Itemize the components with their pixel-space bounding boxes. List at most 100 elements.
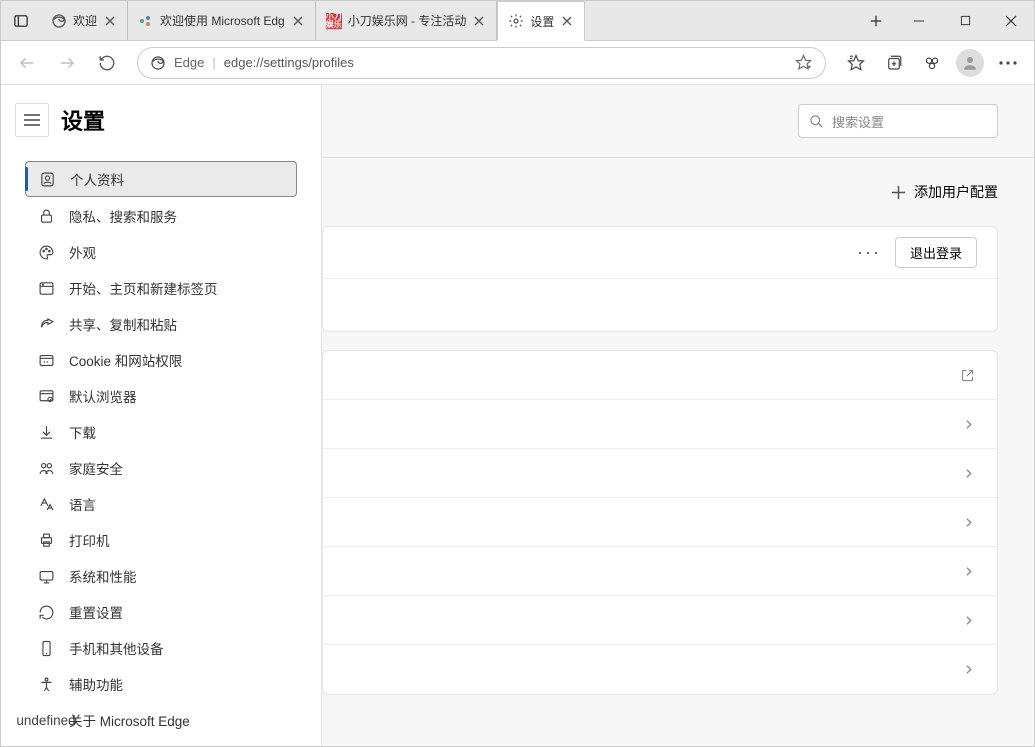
tab-strip: 欢迎 欢迎使用 Microsoft Edg 小刀娱乐 小刀娱乐网 - 专注活动 … xyxy=(41,1,856,40)
nav-item-label: 打印机 xyxy=(69,530,110,550)
settings-sidebar: 设置 个人资料 隐私、搜索和服务 外观 开始、主页和新建标签页 共享、复制和粘贴… xyxy=(1,85,321,746)
plus-icon xyxy=(869,14,883,28)
external-link-icon xyxy=(960,368,975,383)
tab-label: 设置 xyxy=(530,13,554,30)
favorite-button[interactable] xyxy=(793,54,813,71)
profile-details-list xyxy=(322,350,998,695)
nav-item-reset[interactable]: 重置设置 xyxy=(25,595,297,629)
tab-0[interactable]: 欢迎 xyxy=(41,1,128,40)
nav-item-label: 隐私、搜索和服务 xyxy=(69,206,177,226)
content-area: 设置 个人资料 隐私、搜索和服务 外观 开始、主页和新建标签页 共享、复制和粘贴… xyxy=(1,85,1034,746)
tab-close-button[interactable] xyxy=(291,14,305,28)
settings-title: 设置 xyxy=(61,104,105,136)
nav-item-download[interactable]: 下载 xyxy=(25,415,297,449)
nav-item-window[interactable]: 开始、主页和新建标签页 xyxy=(25,271,297,305)
maximize-button[interactable] xyxy=(942,1,988,40)
nav-item-label: 辅助功能 xyxy=(69,674,123,694)
nav-item-palette[interactable]: 外观 xyxy=(25,235,297,269)
nav-item-label: 开始、主页和新建标签页 xyxy=(69,278,218,298)
phone-icon xyxy=(37,639,55,657)
nav-item-cookie[interactable]: Cookie 和网站权限 xyxy=(25,343,297,377)
minimize-button[interactable] xyxy=(896,1,942,40)
sidebar-toggle-button[interactable] xyxy=(15,103,49,137)
toolbar: Edge | edge://settings/profiles xyxy=(1,41,1034,85)
nav-item-label: 下载 xyxy=(69,422,96,442)
address-bar[interactable]: Edge | edge://settings/profiles xyxy=(137,47,826,79)
tab-favicon xyxy=(51,13,67,29)
nav-item-printer[interactable]: 打印机 xyxy=(25,523,297,557)
settings-search[interactable]: 搜索设置 xyxy=(798,104,998,138)
nav-item-accessibility[interactable]: 辅助功能 xyxy=(25,667,297,701)
detail-row-6[interactable] xyxy=(323,645,997,694)
tab-label: 欢迎使用 Microsoft Edg xyxy=(160,12,285,29)
detail-row-0[interactable] xyxy=(323,351,997,400)
close-window-button[interactable] xyxy=(988,1,1034,40)
forward-button[interactable] xyxy=(49,45,85,81)
nav-item-label: 手机和其他设备 xyxy=(69,638,164,658)
sign-out-button[interactable]: 退出登录 xyxy=(895,237,977,268)
nav-item-label: 语言 xyxy=(69,494,96,514)
tab-actions-button[interactable] xyxy=(1,1,41,40)
lock-icon xyxy=(37,207,55,225)
family-icon xyxy=(37,459,55,477)
menu-button[interactable] xyxy=(990,45,1026,81)
profile-info-row xyxy=(323,279,997,331)
chevron-right-icon xyxy=(962,565,975,578)
tab-favicon xyxy=(508,13,524,29)
chevron-right-icon xyxy=(962,467,975,480)
edge-icon: undefined xyxy=(37,711,55,729)
nav-item-label: 关于 Microsoft Edge xyxy=(69,710,190,730)
new-tab-button[interactable] xyxy=(856,1,896,40)
back-button[interactable] xyxy=(9,45,45,81)
nav-item-lock[interactable]: 隐私、搜索和服务 xyxy=(25,199,297,233)
download-icon xyxy=(37,423,55,441)
favorites-button[interactable] xyxy=(838,45,874,81)
cookie-icon xyxy=(37,351,55,369)
nav-item-system[interactable]: 系统和性能 xyxy=(25,559,297,593)
nav-item-browser[interactable]: 默认浏览器 xyxy=(25,379,297,413)
toolbar-actions xyxy=(838,45,1026,81)
nav-item-profile[interactable]: 个人资料 xyxy=(25,161,297,197)
detail-row-4[interactable] xyxy=(323,547,997,596)
profile-avatar[interactable] xyxy=(952,45,988,81)
tab-1[interactable]: 欢迎使用 Microsoft Edg xyxy=(128,1,316,40)
nav-item-label: 系统和性能 xyxy=(69,566,137,586)
nav-item-family[interactable]: 家庭安全 xyxy=(25,451,297,485)
tab-close-button[interactable] xyxy=(472,14,486,28)
detail-row-2[interactable] xyxy=(323,449,997,498)
add-profile-row[interactable]: 添加用户配置 xyxy=(322,158,1034,226)
nav-item-label: 外观 xyxy=(69,242,96,262)
reset-icon xyxy=(37,603,55,621)
nav-item-label: 家庭安全 xyxy=(69,458,123,478)
settings-header: 设置 xyxy=(1,97,321,153)
printer-icon xyxy=(37,531,55,549)
nav-item-language[interactable]: 语言 xyxy=(25,487,297,521)
profile-actions-row: ··· 退出登录 xyxy=(323,227,997,279)
avatar-icon xyxy=(961,54,979,72)
collections-button[interactable] xyxy=(876,45,912,81)
nav-item-label: 重置设置 xyxy=(69,602,123,622)
detail-row-1[interactable] xyxy=(323,400,997,449)
detail-row-5[interactable] xyxy=(323,596,997,645)
tab-2[interactable]: 小刀娱乐 小刀娱乐网 - 专注活动 xyxy=(316,1,498,40)
tab-label: 小刀娱乐网 - 专注活动 xyxy=(348,12,467,29)
nav-item-share[interactable]: 共享、复制和粘贴 xyxy=(25,307,297,341)
tab-close-button[interactable] xyxy=(560,14,574,28)
profile-more-button[interactable]: ··· xyxy=(857,242,881,263)
nav-item-edge[interactable]: undefined 关于 Microsoft Edge xyxy=(25,703,297,737)
detail-row-3[interactable] xyxy=(323,498,997,547)
titlebar: 欢迎 欢迎使用 Microsoft Edg 小刀娱乐 小刀娱乐网 - 专注活动 … xyxy=(1,1,1034,41)
nav-item-label: 共享、复制和粘贴 xyxy=(69,314,177,334)
tab-favicon xyxy=(138,13,154,29)
tab-actions-icon xyxy=(14,14,28,28)
tab-3[interactable]: 设置 xyxy=(497,1,585,41)
settings-main: 搜索设置 添加用户配置 ··· 退出登录 xyxy=(321,85,1034,746)
tab-close-button[interactable] xyxy=(103,14,117,28)
refresh-button[interactable] xyxy=(89,45,125,81)
accessibility-icon xyxy=(37,675,55,693)
extensions-button[interactable] xyxy=(914,45,950,81)
browser-icon xyxy=(37,387,55,405)
edge-icon xyxy=(150,55,166,71)
nav-item-phone[interactable]: 手机和其他设备 xyxy=(25,631,297,665)
tab-label: 欢迎 xyxy=(73,12,97,29)
